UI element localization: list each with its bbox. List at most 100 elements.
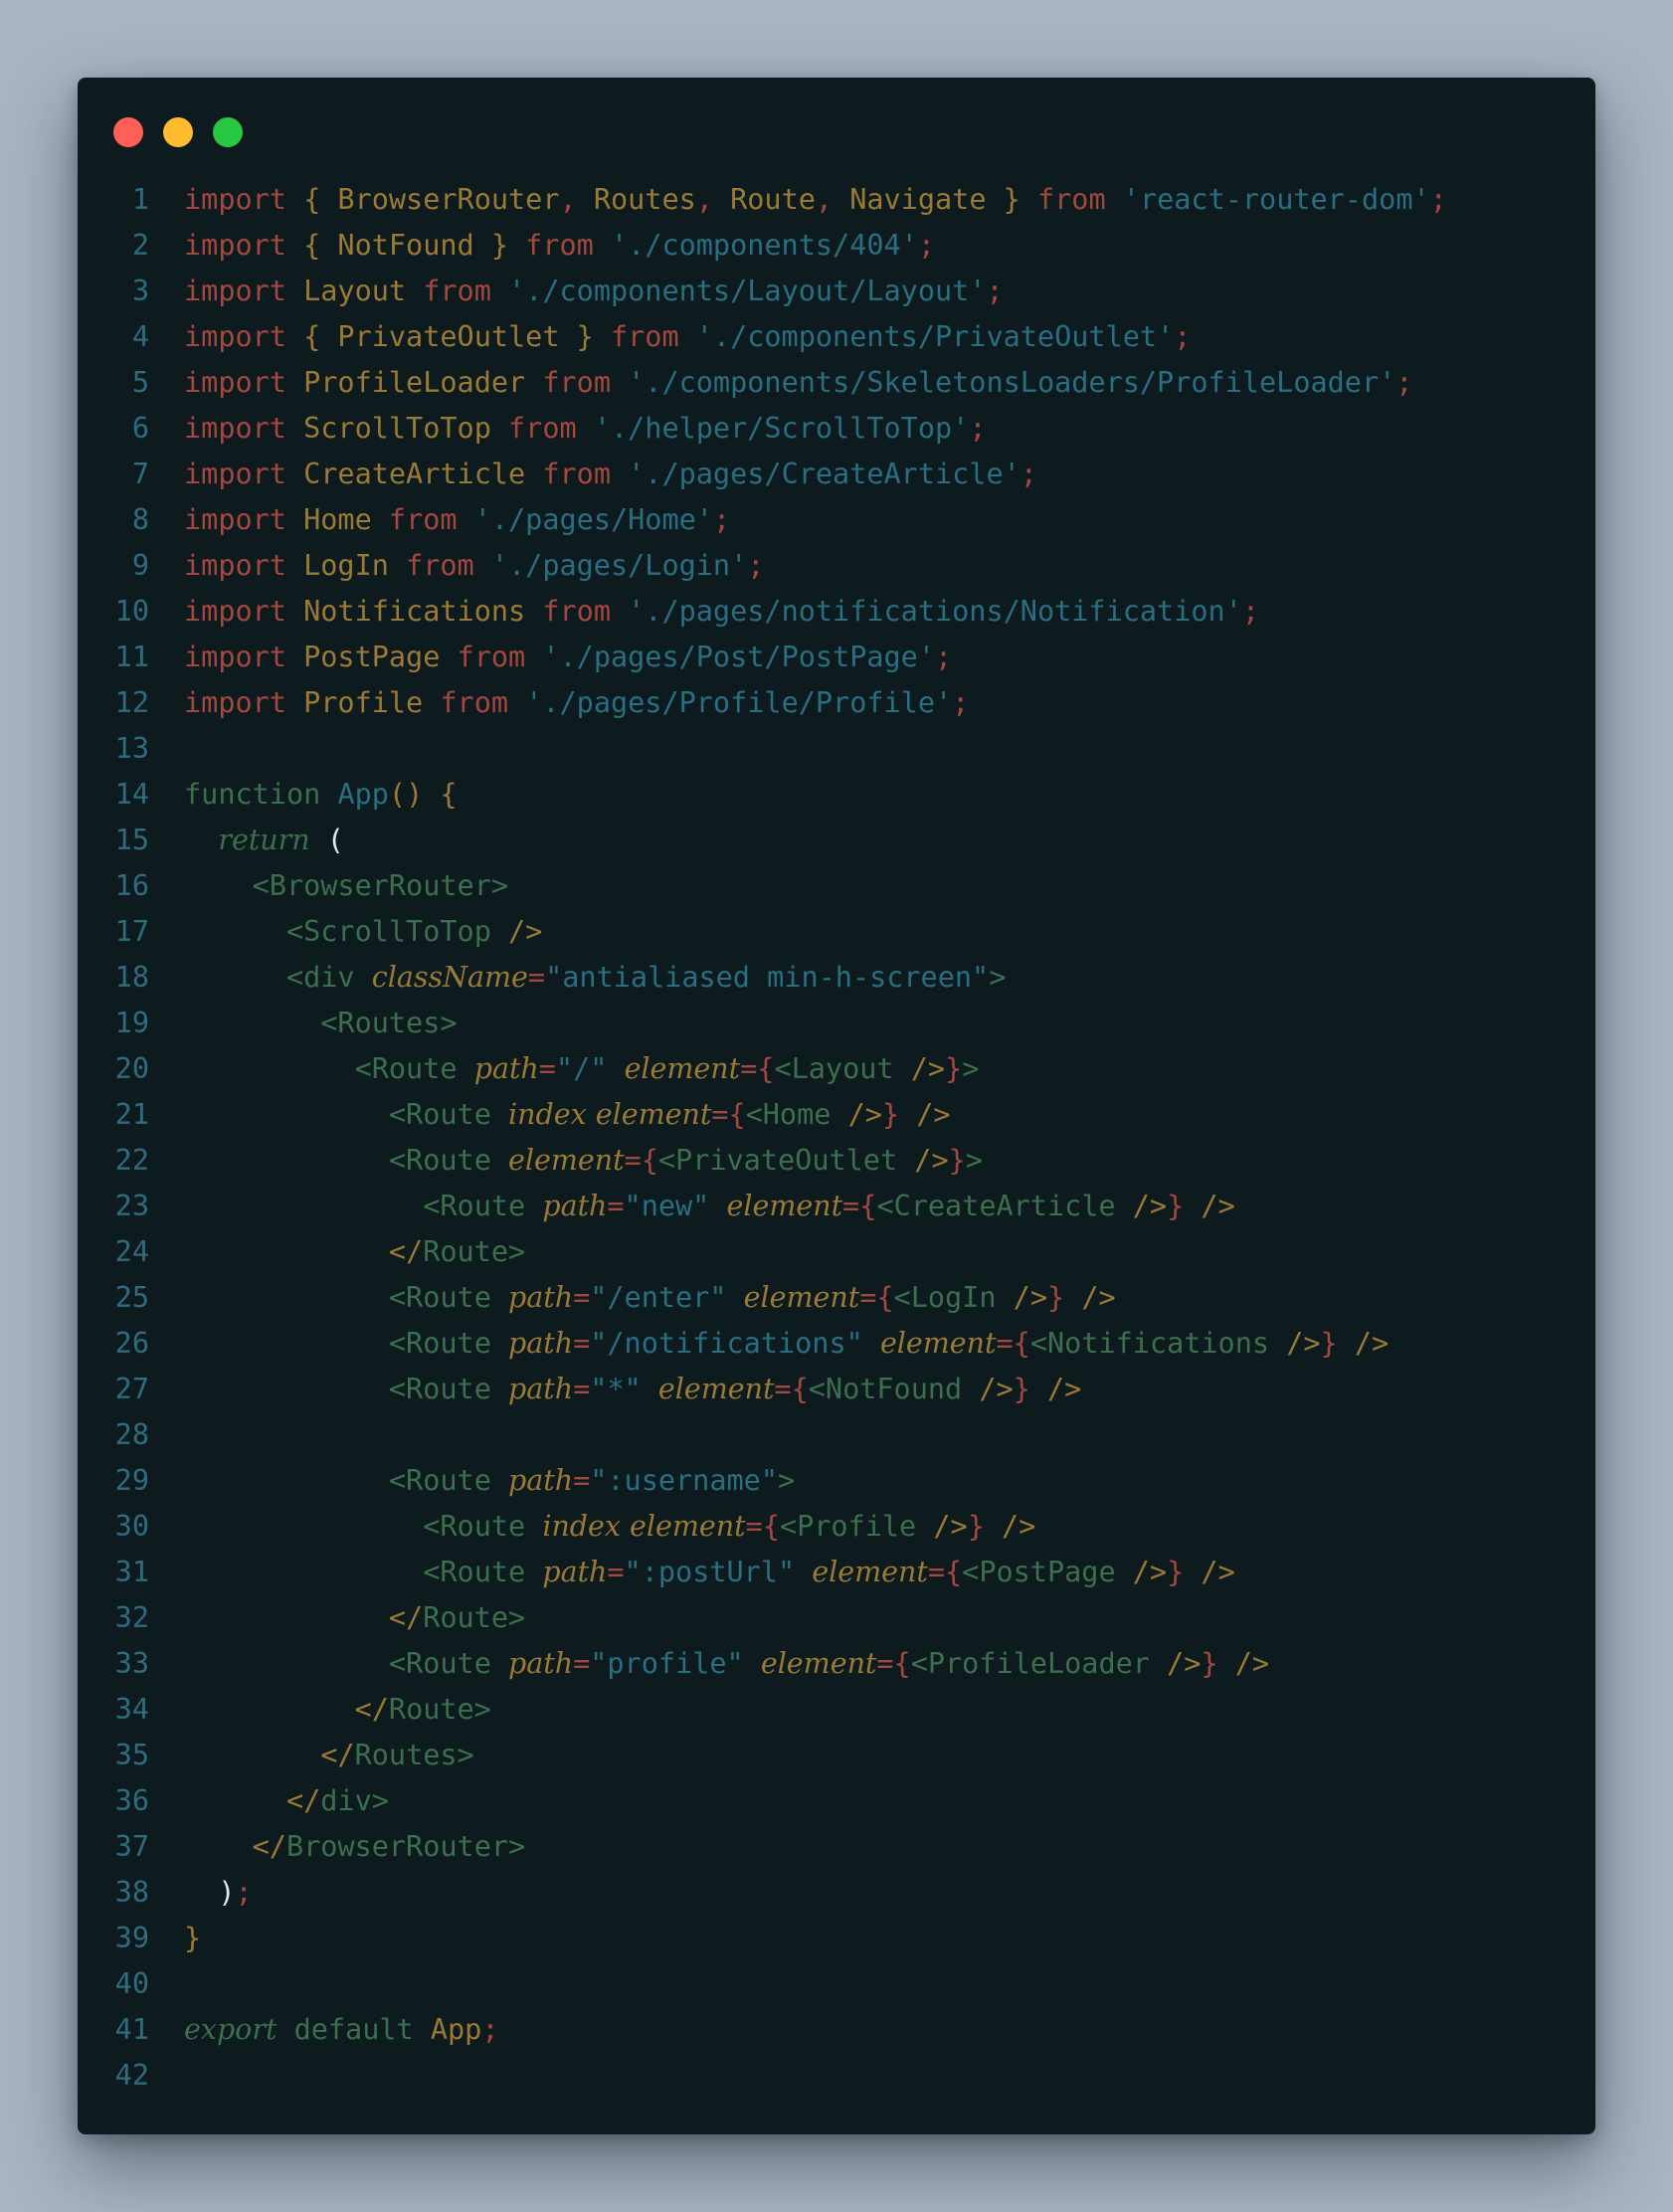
code-token: './components/Layout/Layout'	[490, 275, 987, 307]
code-token: './pages/CreateArticle'	[610, 458, 1021, 490]
code-token: path	[508, 1327, 574, 1360]
code-line: 19 <Routes>	[78, 1001, 1595, 1046]
code-token: './pages/notifications/Notification'	[610, 595, 1242, 628]
code-token: path	[508, 1464, 574, 1497]
line-number: 3	[131, 275, 149, 307]
code-token: from	[1036, 183, 1106, 216]
code-token: import	[184, 366, 286, 399]
code-token: <CreateArticle	[876, 1190, 1133, 1222]
line-number: 27	[114, 1373, 149, 1405]
line-code: <Route path="/" element={<Layout />}>	[184, 1046, 980, 1092]
code-token: =	[607, 1190, 625, 1222]
minimize-button[interactable]	[163, 117, 193, 147]
code-token: />	[847, 1098, 882, 1131]
code-token: }	[1320, 1327, 1338, 1360]
code-token: { PrivateOutlet }	[285, 320, 611, 353]
code-token: )	[218, 1876, 236, 1909]
code-line: 32 </Route>	[78, 1595, 1595, 1641]
code-token: }	[881, 1098, 900, 1131]
code-token: />	[1064, 1281, 1116, 1314]
code-token: import	[184, 641, 286, 673]
code-token: <ProfileLoader	[910, 1647, 1168, 1680]
code-token: <BrowserRouter>	[184, 869, 509, 902]
line-number: 8	[131, 503, 149, 536]
code-token: =	[573, 1327, 591, 1360]
code-token: return	[218, 824, 310, 856]
code-token: ={	[745, 1510, 780, 1543]
code-token: from	[406, 549, 474, 582]
line-code: import LogIn from './pages/Login';	[184, 543, 764, 589]
code-token: Navigate }	[833, 183, 1037, 216]
code-token: />	[1337, 1327, 1390, 1360]
code-token: />	[1029, 1373, 1082, 1405]
code-token: Route>	[423, 1601, 526, 1634]
code-token: from	[440, 686, 509, 719]
line-number: 40	[114, 1967, 149, 2000]
code-token: }	[1167, 1190, 1185, 1222]
code-token: ={	[774, 1373, 809, 1405]
line-code: <Route path="/notifications" element={<N…	[184, 1321, 1389, 1367]
code-line: 3 import Layout from './components/Layout…	[78, 269, 1595, 314]
code-token: <NotFound	[808, 1373, 980, 1405]
code-line: 2 import { NotFound } from './components/…	[78, 223, 1595, 269]
line-number: 30	[114, 1510, 149, 1543]
code-token: './components/PrivateOutlet'	[678, 320, 1175, 353]
code-token: import	[184, 320, 286, 353]
code-token: ={	[996, 1327, 1030, 1360]
code-token: </	[184, 1739, 355, 1771]
line-number: 41	[114, 2013, 149, 2046]
code-token: />	[1184, 1556, 1235, 1588]
line-number: 35	[114, 1739, 149, 1771]
line-code: </div>	[184, 1778, 389, 1824]
code-token: =	[538, 1052, 556, 1085]
line-number: 29	[114, 1464, 149, 1497]
line-code: <div className="antialiased min-h-screen…	[184, 955, 1006, 1001]
code-token: <Layout	[774, 1052, 911, 1085]
code-token: from	[423, 275, 491, 307]
code-token: <Route	[184, 1556, 543, 1588]
code-token: ":postUrl"	[624, 1556, 813, 1588]
line-code: import Notifications from './pages/notif…	[184, 589, 1259, 635]
code-token: default	[277, 2013, 431, 2046]
code-editor: 1 import { BrowserRouter, Routes, Route, …	[78, 177, 1595, 2099]
code-token: path	[508, 1647, 574, 1680]
code-token: "new"	[624, 1190, 727, 1222]
code-token: import	[184, 595, 286, 628]
line-code: <Route path="/enter" element={<LogIn />}…	[184, 1275, 1116, 1321]
code-token: }	[945, 1052, 963, 1085]
line-number: 10	[114, 595, 149, 628]
line-number: 5	[131, 366, 149, 399]
code-line: 16 <BrowserRouter>	[78, 863, 1595, 909]
code-token: "/enter"	[590, 1281, 744, 1314]
line-code: <Route path=":postUrl" element={<PostPag…	[184, 1550, 1235, 1595]
code-token: ;	[969, 412, 987, 445]
close-button[interactable]	[113, 117, 143, 147]
line-code: import ScrollToTop from './helper/Scroll…	[184, 406, 986, 452]
line-number: 22	[114, 1144, 149, 1177]
code-token: element	[726, 1190, 843, 1222]
code-token: from	[457, 641, 526, 673]
code-token: () {	[388, 778, 458, 811]
code-token: ;	[747, 549, 765, 582]
code-token: ;	[952, 686, 970, 719]
code-line: 40	[78, 1961, 1595, 2007]
line-code: import PostPage from './pages/Post/PostP…	[184, 635, 952, 680]
line-number: 7	[131, 458, 149, 490]
line-number: 13	[114, 732, 149, 765]
code-token: from	[388, 503, 458, 536]
code-token: Layout	[285, 275, 424, 307]
line-number: 24	[114, 1235, 149, 1268]
maximize-button[interactable]	[213, 117, 243, 147]
code-token: ;	[917, 229, 935, 262]
code-token: <ScrollToTop	[184, 915, 509, 948]
code-token: ,	[815, 183, 834, 216]
code-token: ProfileLoader	[285, 366, 543, 399]
code-token: =	[573, 1281, 591, 1314]
line-number: 19	[114, 1007, 149, 1039]
code-token: element	[657, 1373, 775, 1405]
code-token: ={	[842, 1190, 877, 1222]
line-number: 31	[114, 1556, 149, 1588]
code-token: Profile	[285, 686, 441, 719]
code-token: element	[879, 1327, 997, 1360]
